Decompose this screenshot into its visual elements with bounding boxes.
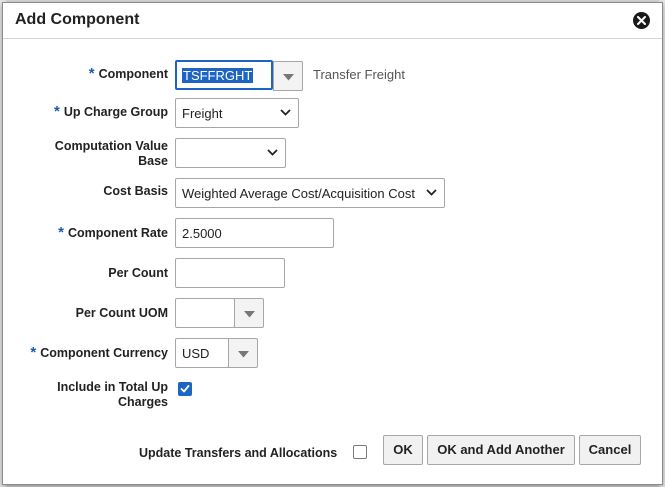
cost-basis-label: Cost Basis [103,184,168,198]
triangle-down-icon [244,311,255,318]
component-value: TSFFRGHT [182,68,254,83]
update-transfers-label: Update Transfers and Allocations [139,446,338,460]
computation-value-base-label: Computation Value Base [54,139,168,168]
checkmark-icon [180,385,190,393]
component-description: Transfer Freight [313,67,405,82]
update-transfers-checkbox[interactable] [353,445,367,459]
dialog-title: Add Component [15,11,140,28]
component-rate-value: 2.5000 [182,226,222,241]
required-indicator: * [58,224,64,241]
per-count-uom-dropdown-button[interactable] [234,298,264,328]
up-charge-group-value: Freight [182,106,223,121]
add-component-dialog: Add Component * Component TSFFRGHT Transf… [2,2,663,485]
per-count-input[interactable] [175,258,285,288]
component-rate-input[interactable]: 2.5000 [175,218,334,248]
component-currency-dropdown-button[interactable] [228,338,258,368]
close-button[interactable] [633,12,650,29]
chevron-down-icon [280,109,291,116]
per-count-uom-input[interactable] [175,298,264,328]
include-in-total-label: Include in Total Up Charges [57,380,168,409]
chevron-down-icon [426,189,437,196]
ok-add-another-button[interactable]: OK and Add Another [427,435,575,465]
cost-basis-select[interactable]: Weighted Average Cost/Acquisition Cost [175,178,445,208]
up-charge-group-label: * Up Charge Group [53,103,168,120]
cost-basis-value: Weighted Average Cost/Acquisition Cost [182,186,415,201]
triangle-down-icon [283,74,294,81]
component-label: * Component [88,65,168,82]
up-charge-group-select[interactable]: Freight [175,98,299,128]
computation-value-base-select[interactable] [175,138,286,168]
component-rate-label: * Component Rate [58,224,168,241]
ok-button[interactable]: OK [383,435,423,465]
component-currency-label: * Component Currency [30,344,168,361]
component-currency-value: USD [182,346,210,361]
triangle-down-icon [238,351,249,358]
required-indicator: * [88,65,95,82]
dialog-titlebar: Add Component [3,3,662,39]
chevron-down-icon [267,149,278,156]
required-indicator: * [53,103,60,120]
required-indicator: * [30,344,37,361]
component-dropdown-button[interactable] [273,61,303,91]
component-currency-input[interactable]: USD [175,338,258,368]
close-icon [637,16,646,25]
include-in-total-checkbox[interactable] [178,382,192,396]
per-count-label: Per Count [108,266,168,280]
component-input[interactable]: TSFFRGHT [175,60,303,91]
per-count-uom-label: Per Count UOM [75,306,168,320]
cancel-button[interactable]: Cancel [579,435,641,465]
